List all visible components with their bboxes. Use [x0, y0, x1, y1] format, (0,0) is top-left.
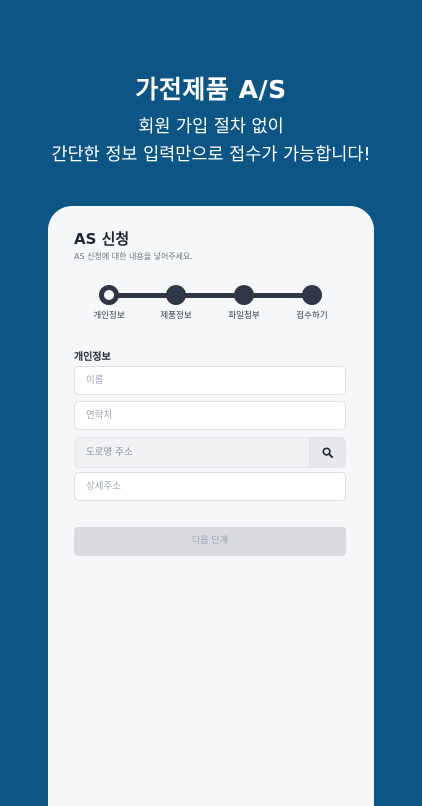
step-label-product-info: 제품정보 — [160, 311, 192, 321]
hero-title: 가전제품 A/S — [135, 75, 287, 104]
step-label-file-attach: 파일첨부 — [228, 311, 260, 321]
next-step-button[interactable]: 다음 단계 — [74, 527, 346, 556]
stepper-line — [109, 293, 312, 298]
form-title: AS 신청 — [74, 230, 130, 248]
phone-input[interactable] — [74, 401, 346, 430]
phone-screen: AS 신청 AS 신청에 대한 내용을 넣어주세요. 개인정보 제품정보 파일첨… — [48, 206, 374, 806]
address-search-field[interactable]: 도로명 주소 — [74, 437, 346, 468]
hero-subtitle-line1: 회원 가입 절차 없이 — [138, 117, 284, 137]
step-dot-submit[interactable] — [302, 285, 322, 305]
form-description: AS 신청에 대한 내용을 넣어주세요. — [74, 252, 193, 261]
address-detail-input[interactable] — [74, 472, 346, 501]
progress-stepper: 개인정보 제품정보 파일첨부 접수하기 — [48, 284, 374, 324]
search-icon — [322, 447, 333, 458]
step-label-personal-info: 개인정보 — [93, 311, 125, 321]
hero-subtitle-line2: 간단한 정보 입력만으로 접수가 가능합니다! — [51, 145, 371, 165]
step-dot-personal-info[interactable] — [99, 285, 119, 305]
address-search-button[interactable] — [309, 438, 345, 467]
step-dot-product-info[interactable] — [166, 285, 186, 305]
address-placeholder: 도로명 주소 — [86, 447, 133, 458]
section-label-personal-info: 개인정보 — [74, 352, 111, 363]
step-dot-file-attach[interactable] — [234, 285, 254, 305]
step-label-submit: 접수하기 — [296, 311, 328, 321]
name-input[interactable] — [74, 366, 346, 395]
